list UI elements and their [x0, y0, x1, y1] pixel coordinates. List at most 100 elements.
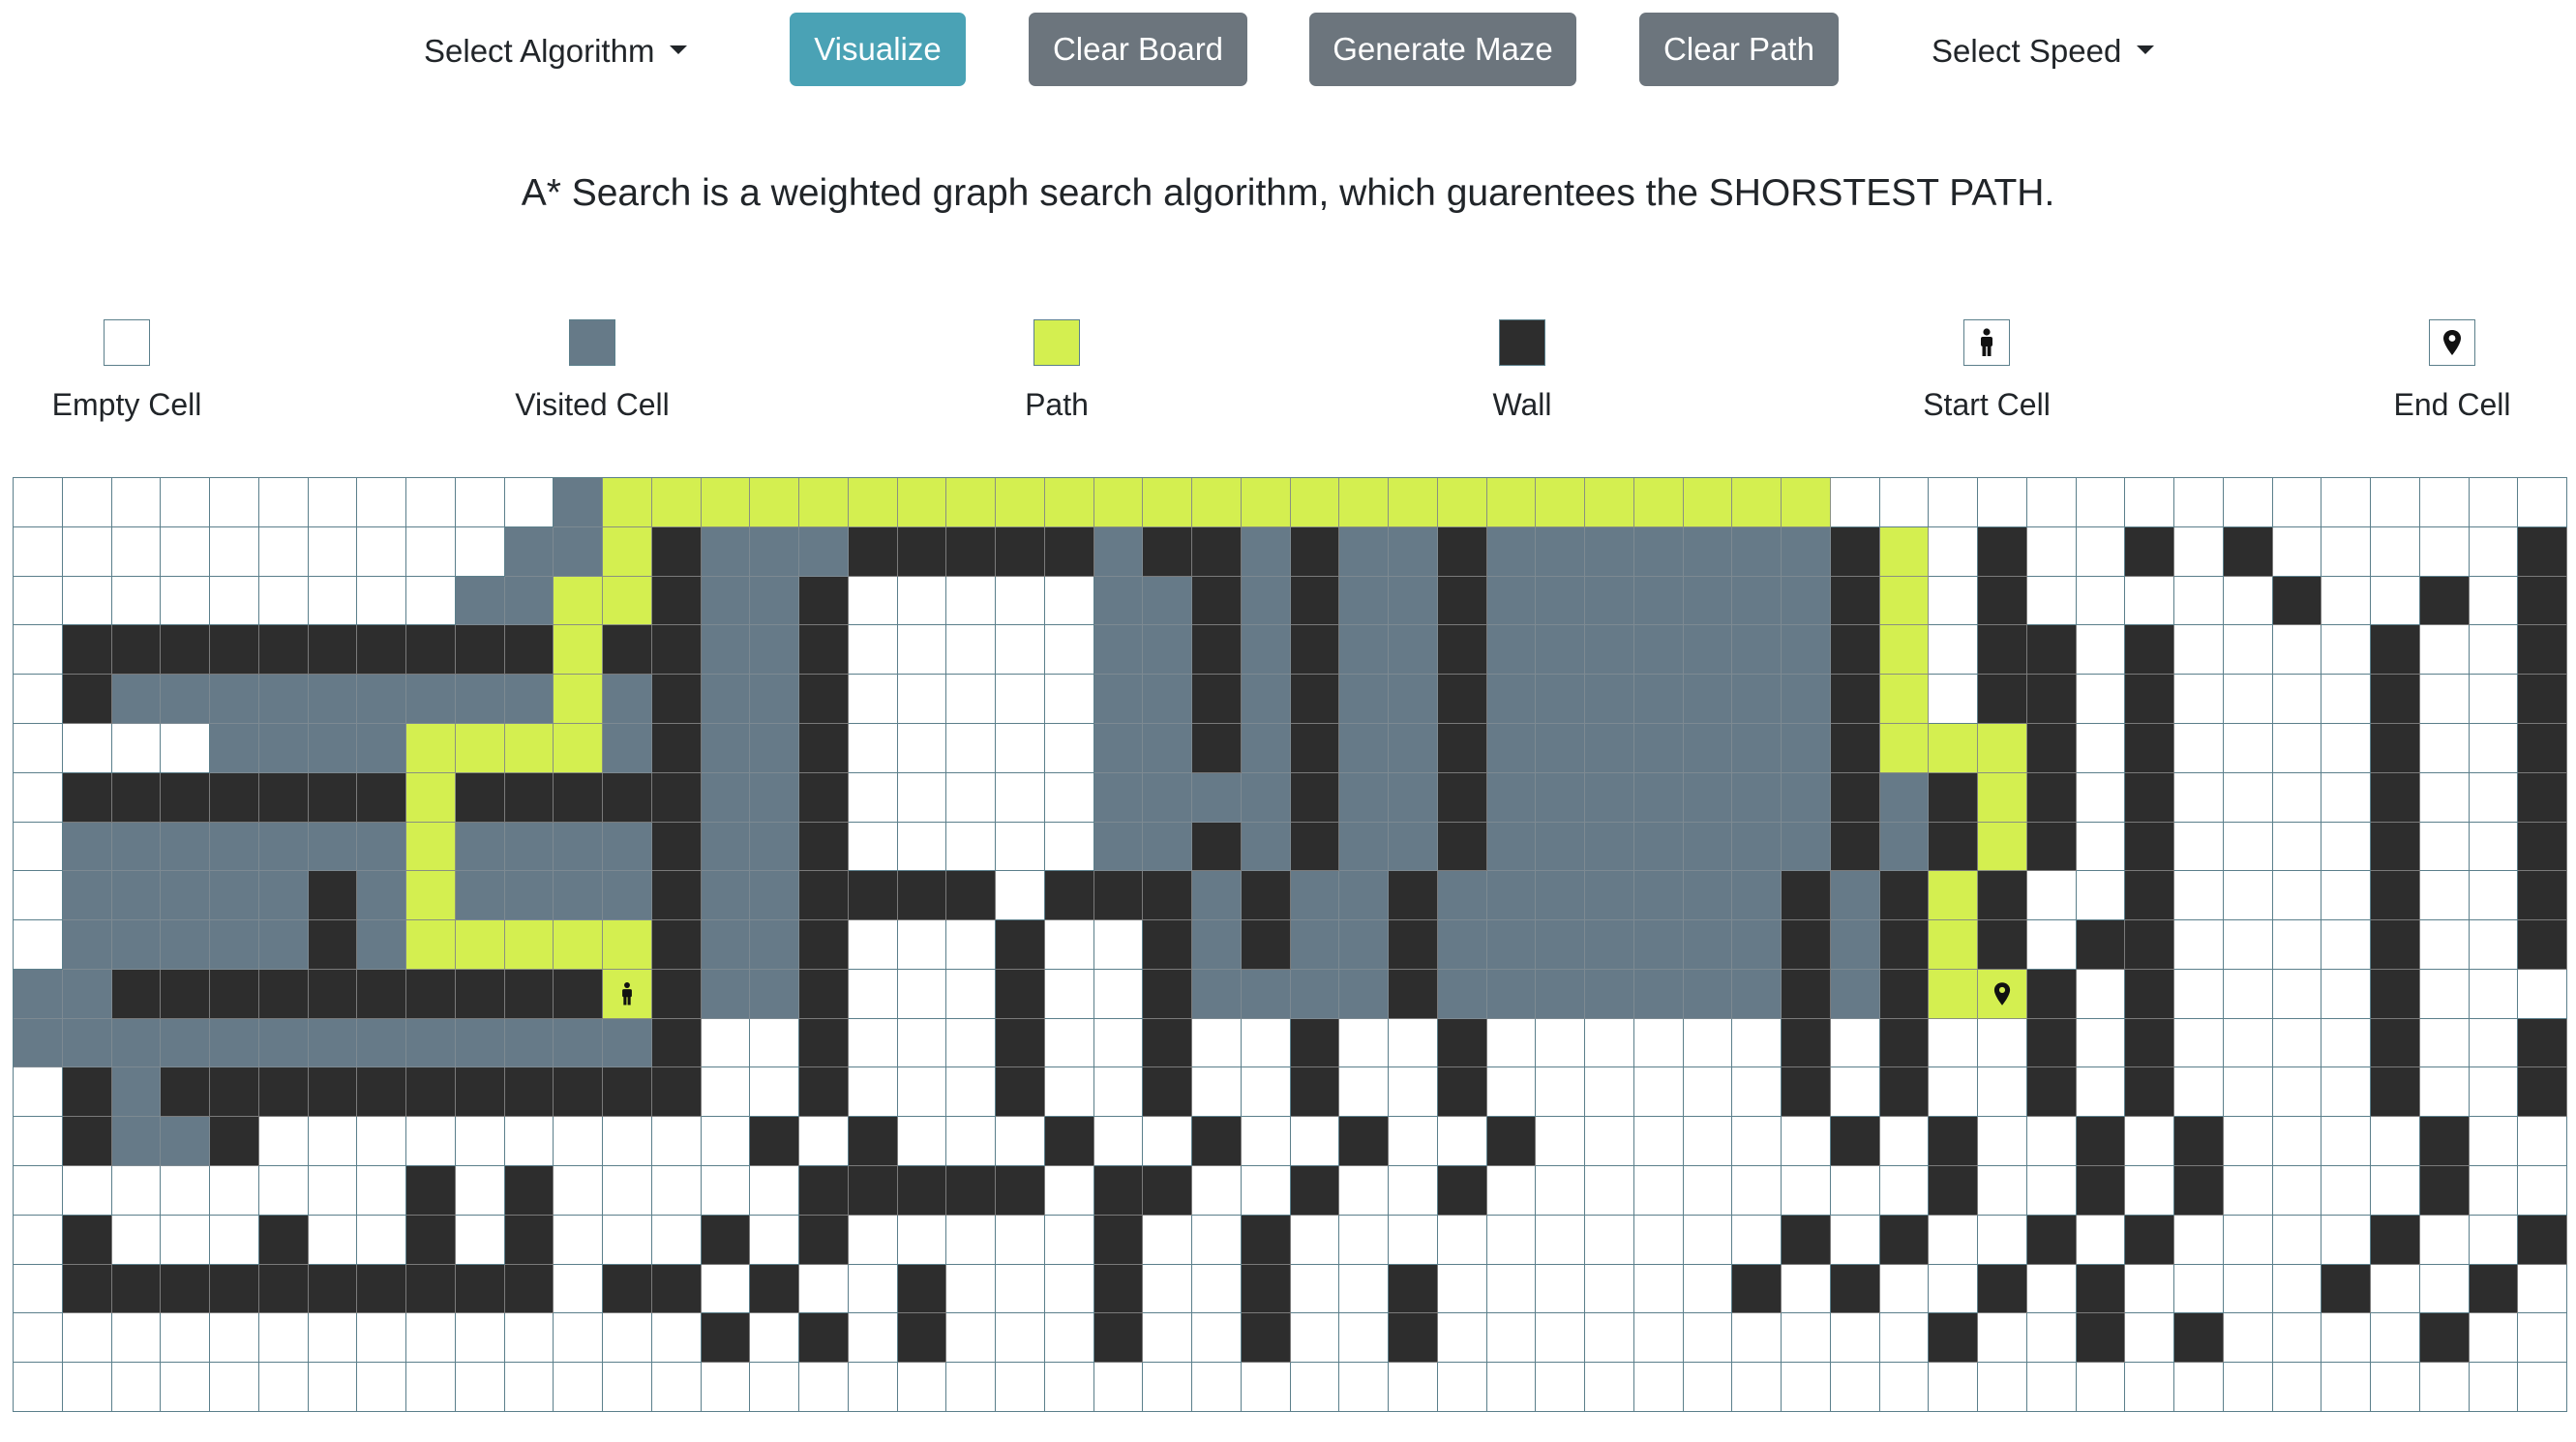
empty-cell[interactable]: [1879, 1313, 1930, 1364]
empty-cell[interactable]: [2321, 723, 2371, 773]
wall-cell[interactable]: [799, 1166, 849, 1216]
empty-cell[interactable]: [504, 478, 554, 527]
wall-cell[interactable]: [1830, 723, 1880, 773]
empty-cell[interactable]: [1536, 1117, 1585, 1167]
empty-cell[interactable]: [1290, 1363, 1340, 1412]
empty-cell[interactable]: [406, 1363, 456, 1412]
wall-cell[interactable]: [603, 772, 652, 823]
wall-cell[interactable]: [2125, 920, 2174, 970]
wall-cell[interactable]: [2026, 1215, 2077, 1265]
visited-cell[interactable]: [1683, 822, 1733, 872]
path-cell[interactable]: [848, 478, 898, 527]
visited-cell[interactable]: [210, 723, 259, 773]
empty-cell[interactable]: [946, 822, 996, 872]
empty-cell[interactable]: [455, 1166, 505, 1216]
wall-cell[interactable]: [651, 526, 702, 577]
wall-cell[interactable]: [554, 772, 603, 823]
empty-cell[interactable]: [2371, 576, 2420, 626]
visited-cell[interactable]: [455, 675, 505, 724]
empty-cell[interactable]: [946, 1117, 996, 1167]
wall-cell[interactable]: [2371, 920, 2420, 970]
wall-cell[interactable]: [1437, 526, 1487, 577]
wall-cell[interactable]: [1143, 969, 1192, 1019]
empty-cell[interactable]: [1929, 576, 1978, 626]
empty-cell[interactable]: [2321, 1117, 2371, 1167]
empty-cell[interactable]: [1389, 1363, 1438, 1412]
empty-cell[interactable]: [2419, 478, 2470, 527]
empty-cell[interactable]: [2419, 1067, 2470, 1118]
empty-cell[interactable]: [946, 625, 996, 676]
empty-cell[interactable]: [357, 576, 406, 626]
wall-cell[interactable]: [2371, 1018, 2420, 1068]
empty-cell[interactable]: [2469, 1018, 2519, 1068]
empty-cell[interactable]: [1044, 1363, 1094, 1412]
empty-cell[interactable]: [1044, 625, 1094, 676]
empty-cell[interactable]: [14, 576, 63, 626]
empty-cell[interactable]: [2371, 1166, 2420, 1216]
wall-cell[interactable]: [308, 1067, 358, 1118]
path-cell[interactable]: [554, 576, 603, 626]
empty-cell[interactable]: [2026, 576, 2077, 626]
visited-cell[interactable]: [1339, 920, 1389, 970]
wall-cell[interactable]: [848, 1117, 898, 1167]
empty-cell[interactable]: [210, 576, 259, 626]
wall-cell[interactable]: [258, 772, 309, 823]
visited-cell[interactable]: [1683, 920, 1733, 970]
visited-cell[interactable]: [308, 723, 358, 773]
empty-cell[interactable]: [2272, 478, 2322, 527]
wall-cell[interactable]: [161, 969, 210, 1019]
empty-cell[interactable]: [946, 920, 996, 970]
empty-cell[interactable]: [2076, 1067, 2126, 1118]
empty-cell[interactable]: [455, 1215, 505, 1265]
empty-cell[interactable]: [62, 1166, 112, 1216]
empty-cell[interactable]: [946, 1018, 996, 1068]
empty-cell[interactable]: [1978, 1215, 2027, 1265]
visited-cell[interactable]: [1830, 871, 1880, 921]
visualize-button[interactable]: Visualize: [790, 13, 966, 86]
empty-cell[interactable]: [1192, 1018, 1242, 1068]
empty-cell[interactable]: [1585, 1215, 1634, 1265]
visited-cell[interactable]: [554, 1018, 603, 1068]
empty-cell[interactable]: [897, 822, 947, 872]
empty-cell[interactable]: [2321, 526, 2371, 577]
wall-cell[interactable]: [62, 1117, 112, 1167]
wall-cell[interactable]: [2371, 772, 2420, 823]
visited-cell[interactable]: [603, 675, 652, 724]
empty-cell[interactable]: [799, 1363, 849, 1412]
empty-cell[interactable]: [14, 871, 63, 921]
visited-cell[interactable]: [1585, 969, 1634, 1019]
path-cell[interactable]: [1585, 478, 1634, 527]
visited-cell[interactable]: [1486, 871, 1537, 921]
empty-cell[interactable]: [1585, 1018, 1634, 1068]
visited-cell[interactable]: [1536, 772, 1585, 823]
empty-cell[interactable]: [2174, 920, 2224, 970]
wall-cell[interactable]: [1290, 772, 1340, 823]
visited-cell[interactable]: [1585, 822, 1634, 872]
empty-cell[interactable]: [357, 1215, 406, 1265]
empty-cell[interactable]: [210, 526, 259, 577]
wall-cell[interactable]: [1290, 822, 1340, 872]
empty-cell[interactable]: [897, 675, 947, 724]
empty-cell[interactable]: [1093, 1117, 1144, 1167]
empty-cell[interactable]: [1879, 1117, 1930, 1167]
empty-cell[interactable]: [210, 478, 259, 527]
empty-cell[interactable]: [946, 1067, 996, 1118]
empty-cell[interactable]: [2272, 1215, 2322, 1265]
empty-cell[interactable]: [1339, 1264, 1389, 1314]
wall-cell[interactable]: [2125, 526, 2174, 577]
empty-cell[interactable]: [2125, 576, 2174, 626]
empty-cell[interactable]: [2026, 1363, 2077, 1412]
visited-cell[interactable]: [308, 675, 358, 724]
visited-cell[interactable]: [1683, 723, 1733, 773]
empty-cell[interactable]: [1830, 478, 1880, 527]
path-cell[interactable]: [504, 723, 554, 773]
visited-cell[interactable]: [1633, 871, 1684, 921]
wall-cell[interactable]: [504, 1166, 554, 1216]
visited-cell[interactable]: [1339, 871, 1389, 921]
empty-cell[interactable]: [308, 576, 358, 626]
empty-cell[interactable]: [1536, 1018, 1585, 1068]
visited-cell[interactable]: [62, 969, 112, 1019]
visited-cell[interactable]: [701, 871, 751, 921]
wall-cell[interactable]: [1978, 576, 2027, 626]
wall-cell[interactable]: [2076, 1264, 2126, 1314]
